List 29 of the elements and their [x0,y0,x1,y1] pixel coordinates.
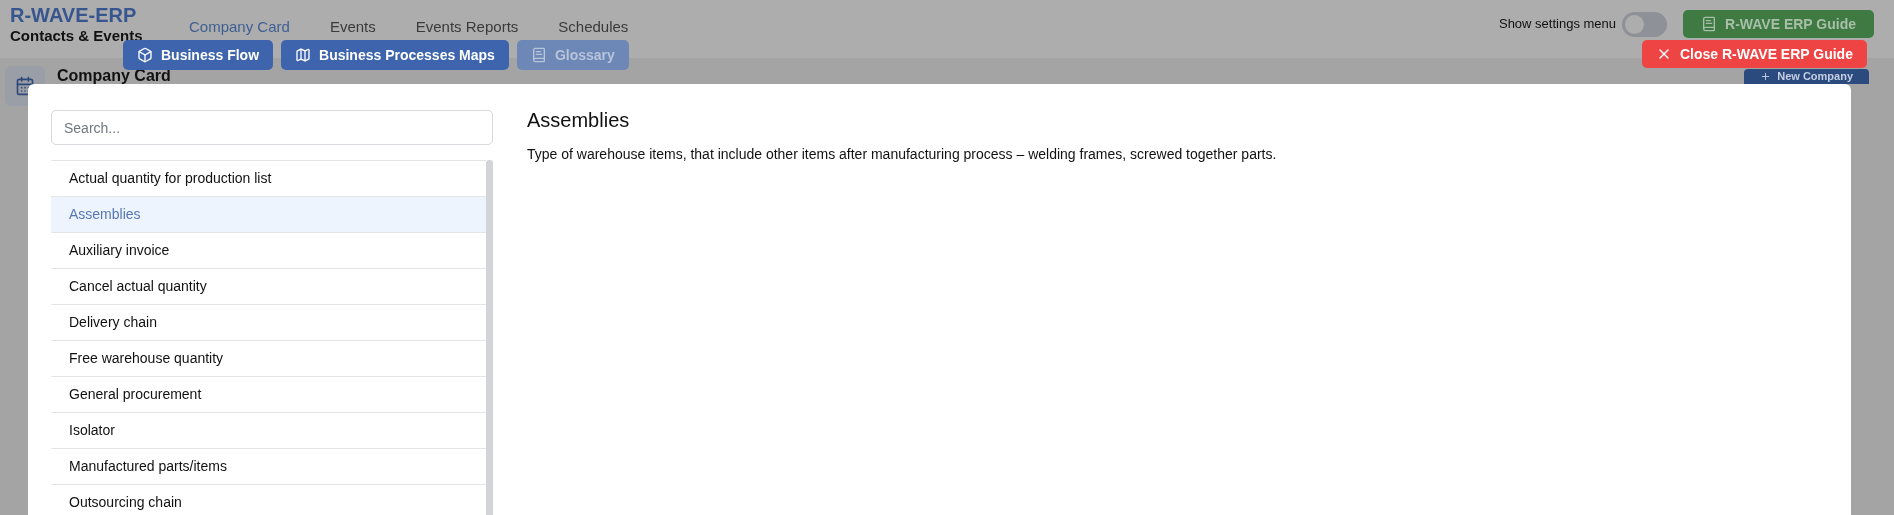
glossary-entry[interactable]: Delivery chain [51,305,486,341]
glossary-entry[interactable]: Free warehouse quantity [51,341,486,377]
glossary-entry[interactable]: General procurement [51,377,486,413]
guide-tab[interactable]: Business Flow [123,40,274,70]
glossary-entry[interactable]: Isolator [51,413,486,449]
nav-link[interactable]: Schedules [553,16,634,39]
close-guide-button[interactable]: Close R-WAVE ERP Guide [1642,40,1867,68]
glossary-entry[interactable]: Assemblies [51,197,486,233]
settings-toggle-label: Show settings menu [1498,15,1617,34]
glossary-entry[interactable]: Manufactured parts/items [51,449,486,485]
nav-link[interactable]: Events Reports [410,16,524,39]
book-icon [1701,16,1718,32]
nav-link[interactable]: Events [324,16,381,39]
cube-icon [137,47,153,63]
settings-toggle[interactable] [1622,11,1668,37]
plus-icon [1760,71,1772,82]
guide-tab[interactable]: Business Processes Maps [281,40,509,70]
scrollbar[interactable] [486,160,493,515]
app-title: R-WAVE-ERP [10,3,138,27]
glossary-entry[interactable]: Auxiliary invoice [51,233,486,269]
new-company-button[interactable]: New Company [1744,69,1869,84]
page-title: Company Card [57,67,171,84]
search-field[interactable]: Search... [51,110,493,145]
article-title: Assemblies [527,108,631,133]
nav-link[interactable]: Company Card [184,16,295,39]
article-text: Type of warehouse items, that include other items after manufacturing process – welding frames, screwed together parts. [527,145,1277,164]
map-icon [295,47,312,63]
glossary-entry[interactable]: Cancel actual quantity [51,269,486,305]
book-icon [530,47,547,63]
